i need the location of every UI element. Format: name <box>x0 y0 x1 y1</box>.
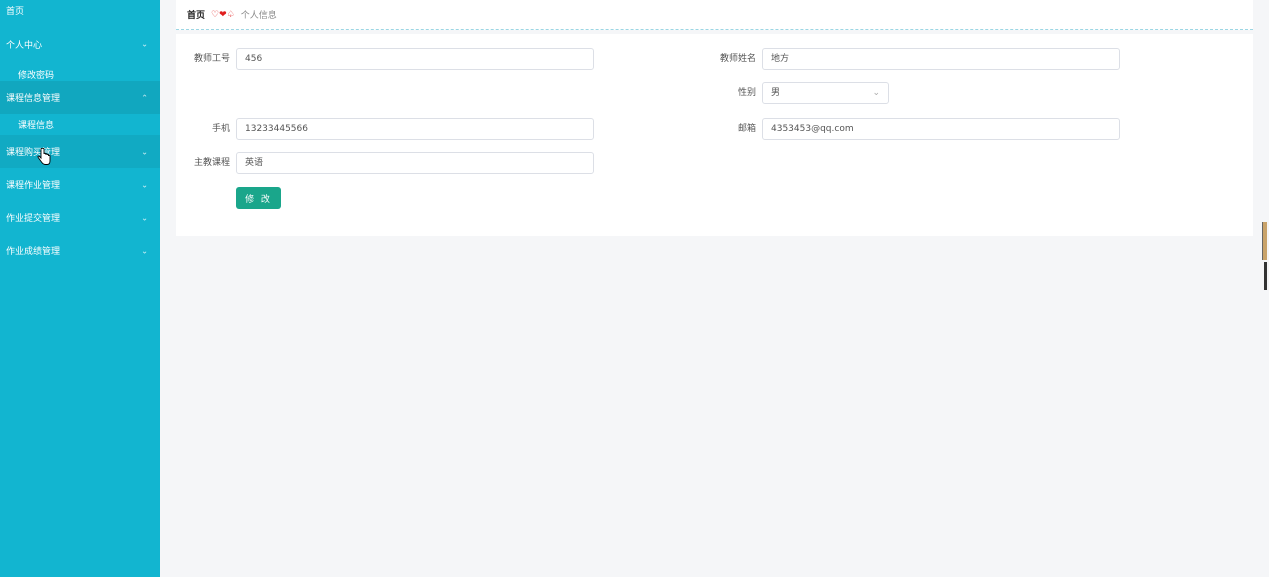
scrollbar-track[interactable] <box>1264 262 1267 290</box>
profile-form: 教师工号 456 教师姓名 地方 性别 男 ⌄ 手机 13233445566 邮… <box>176 34 1253 236</box>
teacher-name-input[interactable]: 地方 <box>762 48 1120 70</box>
breadcrumb-current: 个人信息 <box>240 11 277 21</box>
chevron-down-icon: ⌄ <box>141 39 148 48</box>
sidebar-item-label: 课程作业管理 <box>6 181 61 191</box>
sidebar-item-course-homework-mgmt[interactable]: 课程作业管理 ⌄ <box>0 168 160 201</box>
sidebar-item-label: 课程信息管理 <box>6 94 61 104</box>
chevron-down-icon: ⌄ <box>141 147 148 156</box>
sidebar-subitem-label: 课程信息 <box>18 121 55 131</box>
chevron-down-icon: ⌄ <box>141 213 148 222</box>
main-content: 首页 ♡❤♤ 个人信息 教师工号 456 教师姓名 地方 性别 男 ⌄ 手机 1… <box>160 0 1269 577</box>
sidebar-item-label: 作业成绩管理 <box>6 247 61 257</box>
chevron-up-icon: ⌃ <box>141 93 148 102</box>
breadcrumb-home[interactable]: 首页 <box>187 8 205 21</box>
email-input[interactable]: 4353453@qq.com <box>762 118 1120 140</box>
sidebar: 首页 个人中心 ⌄ 修改密码 课程信息管理 ⌃ 课程信息 课程购买管理 ⌄ 课程… <box>0 0 160 577</box>
breadcrumb: 首页 ♡❤♤ 个人信息 <box>176 0 1253 30</box>
phone-label: 手机 <box>211 124 230 134</box>
sidebar-item-label: 课程购买管理 <box>6 148 61 158</box>
hand-cursor-icon <box>37 148 51 165</box>
chevron-down-icon: ⌄ <box>141 180 148 189</box>
sidebar-item-home[interactable]: 首页 <box>0 0 160 20</box>
save-button[interactable]: 修 改 <box>236 187 281 209</box>
sidebar-item-personal-center[interactable]: 个人中心 ⌄ <box>0 20 160 67</box>
sidebar-item-course-purchase-mgmt[interactable]: 课程购买管理 ⌄ <box>0 135 160 168</box>
phone-input[interactable]: 13233445566 <box>236 118 594 140</box>
sidebar-item-label: 作业提交管理 <box>6 214 61 224</box>
sidebar-item-course-info-mgmt[interactable]: 课程信息管理 ⌃ <box>0 81 160 114</box>
sidebar-subitem-label: 修改密码 <box>18 70 55 81</box>
sidebar-item-homework-score-mgmt[interactable]: 作业成绩管理 ⌄ <box>0 234 160 267</box>
gender-value: 男 <box>771 88 781 98</box>
sidebar-subitem-change-password[interactable]: 修改密码 <box>0 67 160 81</box>
course-input[interactable]: 英语 <box>236 152 594 174</box>
teacher-id-label: 教师工号 <box>193 54 230 64</box>
course-label: 主教课程 <box>193 158 230 168</box>
teacher-id-input[interactable]: 456 <box>236 48 594 70</box>
gender-label: 性别 <box>737 88 756 98</box>
sidebar-subitem-course-info[interactable]: 课程信息 <box>0 114 160 135</box>
chevron-down-icon: ⌄ <box>141 246 148 255</box>
sidebar-item-homework-submit-mgmt[interactable]: 作业提交管理 ⌄ <box>0 201 160 234</box>
sidebar-item-label: 个人中心 <box>6 41 43 51</box>
chevron-down-icon: ⌄ <box>872 88 880 98</box>
scrollbar-thumb[interactable] <box>1262 222 1267 260</box>
email-label: 邮箱 <box>737 124 756 134</box>
teacher-name-label: 教师姓名 <box>719 54 756 64</box>
sidebar-item-label: 首页 <box>6 6 25 17</box>
gender-select[interactable]: 男 ⌄ <box>762 82 889 104</box>
breadcrumb-separator: ♡❤♤ <box>211 9 235 20</box>
